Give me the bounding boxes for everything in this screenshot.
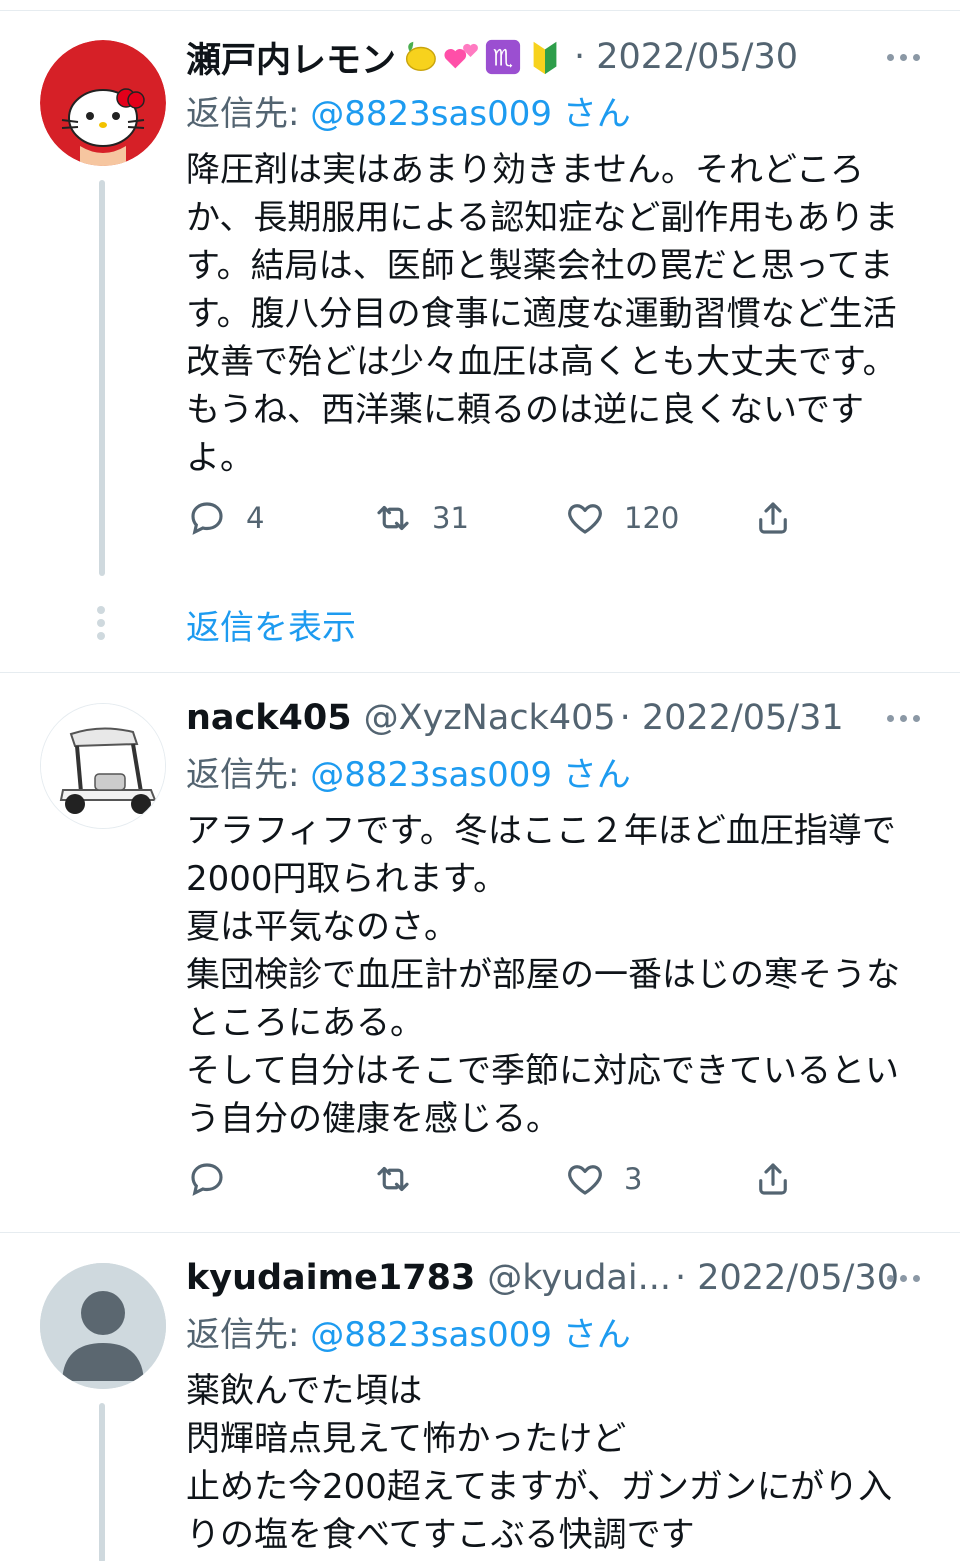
- share-button[interactable]: [752, 1154, 794, 1204]
- like-button[interactable]: 3: [564, 1154, 642, 1204]
- thread-line: [99, 180, 105, 576]
- two-hearts-emoji-icon: [444, 43, 478, 69]
- tweet-date[interactable]: · 2022/05/31: [620, 698, 844, 738]
- reply-icon: [191, 502, 223, 535]
- tweet-text: 降圧剤は実はあまり効きません。それどころ か、長期服用による認知症など副作用もあ…: [186, 146, 926, 482]
- reply-mention-link[interactable]: @8823sas009 さん: [310, 1315, 631, 1355]
- share-button[interactable]: [752, 493, 794, 543]
- tweet-text-line: 集団検診で血圧計が部屋の一番はじの寒そうな: [186, 955, 900, 995]
- share-icon: [759, 502, 787, 534]
- tweet-text-line: ところにある。: [186, 1003, 424, 1043]
- reply-button[interactable]: 4: [186, 493, 264, 543]
- more-icon[interactable]: [887, 695, 920, 741]
- more-icon[interactable]: [887, 34, 920, 80]
- display-name[interactable]: kyudaime1783: [186, 1258, 475, 1298]
- tweet-text-line: アラフィフです。冬はここ２年ほど血圧指導で: [186, 811, 896, 851]
- tweet-text-line: よ。: [186, 438, 254, 478]
- avatar-default[interactable]: [40, 1263, 166, 1389]
- user-handle[interactable]: @kyudai...: [487, 1258, 671, 1298]
- tweet-text-line: もうね、西洋薬に頼るのは逆に良くないです: [186, 390, 864, 430]
- tweet-text-line: 閃輝暗点見えて怖かったけど: [186, 1419, 627, 1459]
- reply-icon: [191, 1163, 223, 1196]
- tweet-actions: 4 31 120: [186, 493, 826, 543]
- tweet-text-line: 改善で殆どは少々血圧は高くとも大丈夫です。: [186, 342, 897, 382]
- reply-button[interactable]: [186, 1154, 246, 1204]
- like-icon: [568, 504, 602, 534]
- reply-to-label: 返信先:: [186, 1315, 300, 1355]
- thread-dots: [97, 606, 105, 640]
- more-icon[interactable]: [887, 1255, 920, 1301]
- reply-mention-link[interactable]: @8823sas009 さん: [310, 94, 631, 134]
- reply-count: 4: [246, 501, 265, 535]
- reply-to: 返信先: @8823sas009 さん: [186, 1307, 631, 1356]
- avatar-nack405[interactable]: [40, 703, 166, 829]
- reply-to-label: 返信先:: [186, 94, 300, 134]
- reply-to: 返信先: @8823sas009 さん: [186, 747, 631, 796]
- tweet-text-line: う自分の健康を感じる。: [186, 1099, 560, 1139]
- tweet-header: nack405 @XyzNack405 · 2022/05/31: [186, 695, 920, 741]
- like-count: 120: [624, 501, 680, 535]
- tweet-2[interactable]: nack405 @XyzNack405 · 2022/05/31 返信先: @8…: [0, 673, 960, 1232]
- reply-to-label: 返信先:: [186, 755, 300, 795]
- reply-to: 返信先: @8823sas009 さん: [186, 86, 631, 135]
- tweet-3[interactable]: kyudaime1783 @kyudai... · 2022/05/30 返信先…: [0, 1233, 960, 1561]
- retweet-button[interactable]: [372, 1154, 432, 1204]
- retweet-button[interactable]: 31: [372, 493, 469, 543]
- reply-mention-link[interactable]: @8823sas009 さん: [310, 755, 631, 795]
- tweet-text-line: 降圧剤は実はあまり効きません。それどころ: [186, 150, 864, 190]
- tweet-date[interactable]: · 2022/05/30: [574, 37, 798, 77]
- tweet-text: 薬飲んでた頃は 閃輝暗点見えて怖かったけど 止めた今200超えてますが、ガンガン…: [186, 1367, 926, 1559]
- tweet-actions: 3: [186, 1154, 826, 1204]
- tweet-date[interactable]: · 2022/05/30: [675, 1258, 899, 1298]
- tweet-text-line: か、長期服用による認知症など副作用もありま: [186, 198, 899, 238]
- display-name[interactable]: 瀬戸内レモン: [186, 32, 396, 83]
- tweet-text-line: りの塩を食べてすこぶる快調です: [186, 1515, 695, 1555]
- like-button[interactable]: 120: [564, 493, 679, 543]
- like-count: 3: [624, 1162, 643, 1196]
- like-icon: [568, 1165, 602, 1195]
- thread-line: [99, 1403, 105, 1561]
- show-replies-link[interactable]: 返信を表示: [186, 600, 356, 649]
- tweet-header: kyudaime1783 @kyudai... · 2022/05/30: [186, 1255, 920, 1301]
- tweet-text-line: 止めた今200超えてますが、ガンガンにがり入: [186, 1467, 893, 1507]
- tweet-header: 瀬戸内レモン ♏ · 2022/05/30: [186, 32, 920, 83]
- tweet-text: アラフィフです。冬はここ２年ほど血圧指導で 2000円取られます。 夏は平気なの…: [186, 807, 926, 1143]
- tweet-1[interactable]: 瀬戸内レモン ♏ · 2022/05/30 返信先: @8823sas009 さ…: [0, 0, 960, 672]
- retweet-count: 31: [432, 501, 469, 535]
- retweet-icon: [377, 505, 409, 531]
- retweet-icon: [377, 1166, 409, 1192]
- user-handle[interactable]: @XyzNack405: [364, 698, 616, 738]
- beginner-mark-emoji-icon: [533, 41, 557, 75]
- scorpio-emoji-icon: ♏: [485, 39, 521, 75]
- tweet-text-line: す。腹八分目の食事に適度な運動習慣など生活: [186, 294, 897, 334]
- tweet-text-line: す。結局は、医師と製薬会社の罠だと思ってま: [186, 246, 894, 286]
- svg-text:♏: ♏: [493, 46, 513, 72]
- display-name[interactable]: nack405: [186, 698, 352, 738]
- tweet-text-line: 薬飲んでた頃は: [186, 1371, 423, 1411]
- tweet-text-line: そして自分はそこで季節に対応できているとい: [186, 1051, 899, 1091]
- lemon-emoji-icon: [405, 41, 436, 72]
- share-icon: [759, 1163, 787, 1195]
- avatar-setouchi-lemon[interactable]: [40, 40, 166, 166]
- tweet-text-line: 2000円取られます。: [186, 859, 508, 899]
- tweet-text-line: 夏は平気なのさ。: [186, 907, 458, 947]
